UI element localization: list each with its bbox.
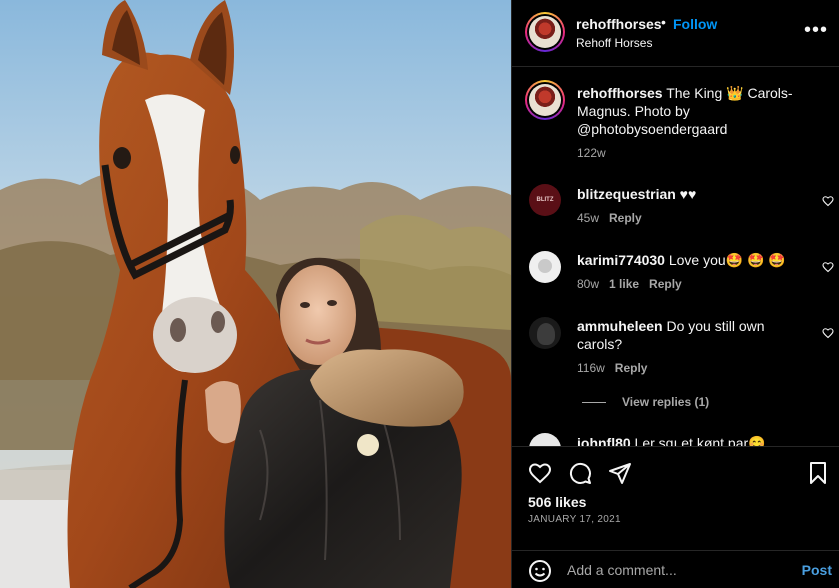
comment-text: blitzequestrian ♥♥ — [577, 185, 807, 203]
comment-username[interactable]: johnfl80 — [577, 435, 631, 446]
comment-avatar[interactable] — [529, 433, 561, 446]
comment-username[interactable]: ammuheleen — [577, 318, 663, 334]
post-comment-button[interactable]: Post — [802, 562, 832, 578]
post-dialog: rehoffhorses Follow • Rehoff Horses ••• … — [0, 0, 839, 588]
comment-body: ♥♥ — [675, 186, 697, 202]
post-date[interactable]: JANUARY 17, 2021 — [528, 514, 621, 525]
comment-meta: 45w Reply — [577, 211, 642, 225]
comment-input[interactable] — [567, 559, 787, 581]
comment-username[interactable]: blitzequestrian — [577, 186, 676, 202]
author-subtitle[interactable]: Rehoff Horses — [576, 36, 652, 50]
comment-meta: 80w 1 like Reply — [577, 277, 682, 291]
horse-and-rider-image — [0, 0, 511, 588]
paper-plane-icon[interactable] — [608, 461, 632, 485]
smiley-icon[interactable] — [528, 559, 552, 583]
caption-text: rehoffhorses The King 👑 Carols-Magnus. P… — [577, 84, 827, 138]
caption-age[interactable]: 122w — [577, 146, 606, 160]
comments-list[interactable]: rehoffhorses The King 👑 Carols-Magnus. P… — [512, 68, 839, 446]
follow-button[interactable]: Follow — [673, 16, 717, 32]
post-photo[interactable] — [0, 0, 511, 588]
comment-avatar[interactable] — [529, 317, 561, 349]
comment-avatar[interactable] — [529, 251, 561, 283]
caption-author-avatar[interactable] — [525, 80, 565, 120]
comment-avatar[interactable]: BLITZ — [529, 184, 561, 216]
post-actions: 506 likes JANUARY 17, 2021 — [512, 446, 839, 550]
post-side-panel: rehoffhorses Follow • Rehoff Horses ••• … — [511, 0, 839, 588]
comment-username[interactable]: karimi774030 — [577, 252, 665, 268]
divider — [582, 402, 606, 404]
comment-likes[interactable]: 1 like — [609, 277, 639, 291]
comment-bubble-icon[interactable] — [568, 461, 592, 485]
likes-count[interactable]: 506 likes — [528, 494, 586, 510]
comment-text: ammuheleen Do you still own carols? — [577, 317, 807, 353]
reply-button[interactable]: Reply — [609, 211, 642, 225]
reply-button[interactable]: Reply — [649, 277, 682, 291]
comment-text: karimi774030 Love you🤩 🤩 🤩 — [577, 251, 807, 269]
view-replies-label[interactable]: View replies (1) — [622, 395, 709, 409]
heart-icon[interactable] — [822, 327, 834, 339]
view-replies-button[interactable]: View replies (1) — [582, 395, 709, 409]
comment-age[interactable]: 80w — [577, 277, 599, 291]
author-avatar[interactable] — [525, 12, 565, 52]
comment-body: Ler sqı et kønt par😊 — [630, 435, 766, 446]
comment-age[interactable]: 45w — [577, 211, 599, 225]
author-username[interactable]: rehoffhorses — [576, 16, 662, 32]
heart-icon[interactable] — [822, 195, 834, 207]
comment-text: johnfl80 Ler sqı et kønt par😊 — [577, 434, 807, 446]
separator-dot: • — [661, 14, 666, 30]
heart-icon[interactable] — [528, 461, 552, 485]
comment-age[interactable]: 116w — [577, 361, 605, 375]
ellipsis-icon[interactable]: ••• — [804, 20, 828, 40]
heart-icon[interactable] — [822, 261, 834, 273]
post-header: rehoffhorses Follow • Rehoff Horses ••• — [512, 0, 839, 67]
caption-username[interactable]: rehoffhorses — [577, 85, 663, 101]
comment-body: Love you🤩 🤩 🤩 — [664, 252, 786, 268]
comment-meta: 116w Reply — [577, 361, 647, 375]
reply-button[interactable]: Reply — [615, 361, 648, 375]
bookmark-icon[interactable] — [806, 461, 830, 485]
add-comment-bar: Post — [512, 550, 839, 588]
